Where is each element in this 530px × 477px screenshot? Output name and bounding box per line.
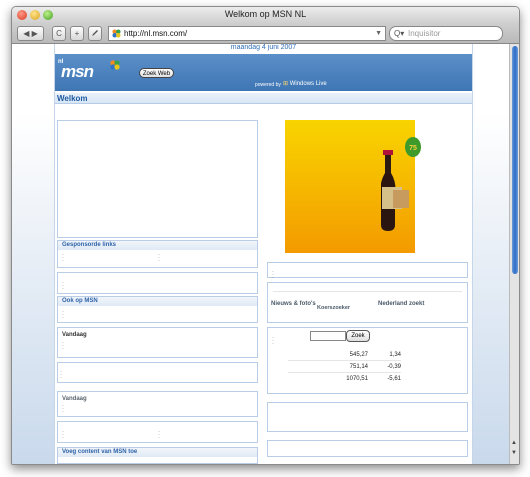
windows-live-label: ⊞ Windows Live: [283, 81, 327, 87]
link-separator: · · ·: [158, 252, 160, 264]
link-separator: · · ·: [60, 369, 62, 381]
add-content-link[interactable]: Voeg content van MSN toe: [58, 448, 257, 457]
divider: [288, 360, 401, 361]
back-forward-buttons[interactable]: ◀ ▶: [17, 26, 44, 41]
index-change: -5,61: [387, 376, 401, 382]
link-separator: · · ·: [62, 309, 64, 321]
divider: [288, 372, 401, 373]
address-bar[interactable]: http://nl.msn.com/ ▼: [108, 26, 386, 41]
browser-window: Welkom op MSN NL ◀ ▶ C + http://nl.msn.c…: [11, 6, 520, 465]
back-arrow-icon[interactable]: ◀: [23, 29, 29, 38]
url-text: http://nl.msn.com/: [124, 29, 188, 38]
small-box: · · · · · ·: [57, 421, 258, 443]
msn-page: maandag 4 juni 2007 nl msn Zoek Web powe…: [54, 44, 473, 464]
window-title: Welkom op MSN NL: [224, 9, 307, 19]
today-box-2: Vandaag · · ·: [57, 391, 258, 417]
powered-by-label: powered by: [255, 82, 281, 88]
empty-content-box: [57, 120, 258, 238]
title-bar: Welkom op MSN NL: [12, 7, 519, 23]
small-box: [267, 440, 468, 457]
koerszoeker-search-button[interactable]: Zoek: [346, 330, 370, 342]
index-value: 545,27: [349, 352, 368, 358]
small-box: · · ·: [267, 262, 468, 281]
edit-icon[interactable]: [88, 26, 102, 41]
link-separator: · · ·: [62, 252, 64, 264]
svg-text:75: 75: [409, 145, 417, 152]
empty-content-box: [267, 402, 468, 432]
link-separator: · · ·: [62, 403, 64, 415]
news-search-box: Nieuws & foto's Nederland zoekt: [267, 282, 468, 323]
koerszoeker-label: Koerszoeker: [317, 305, 351, 311]
msn-logo[interactable]: msn: [61, 62, 94, 82]
add-bookmark-button[interactable]: +: [70, 26, 84, 41]
url-dropdown-icon[interactable]: ▼: [375, 27, 382, 40]
browser-toolbar: ◀ ▶ C + http://nl.msn.com/ ▼ Q▾ Inquisit…: [12, 23, 519, 44]
divider: [273, 291, 462, 292]
add-content-box: Voeg content van MSN toe: [57, 447, 258, 464]
msn-favicon-icon: [112, 29, 121, 38]
msn-butterfly-icon: [110, 60, 120, 70]
news-photos-link[interactable]: Nieuws & foto's: [271, 301, 316, 307]
vertical-scrollbar[interactable]: ▲ ▼: [509, 44, 519, 464]
small-box: · · ·: [57, 272, 258, 294]
search-web-button[interactable]: Zoek Web: [139, 68, 174, 78]
forward-arrow-icon[interactable]: ▶: [32, 29, 38, 38]
netherlands-search-link[interactable]: Nederland zoekt: [378, 301, 424, 307]
link-separator: · · ·: [272, 335, 274, 347]
reload-button[interactable]: C: [52, 26, 66, 41]
small-box: · · ·: [57, 362, 258, 383]
web-content: maandag 4 juni 2007 nl msn Zoek Web powe…: [12, 44, 509, 464]
search-icon: Q▾: [394, 29, 405, 38]
today-box-1: Vandaag · · ·: [57, 327, 258, 358]
today-title-1: Vandaag: [62, 332, 87, 338]
also-on-msn-box: Ook op MSN · · ·: [57, 296, 258, 323]
sauce-bottle-ad-image: 75: [381, 137, 421, 231]
scrollbar-thumb[interactable]: [512, 46, 518, 274]
welcome-heading: Welkom: [55, 93, 472, 104]
sponsored-links-box: Gesponsorde links · · · · · ·: [57, 240, 258, 268]
koerszoeker-input[interactable]: [310, 331, 346, 341]
index-value: 751,14: [349, 364, 368, 370]
link-separator: · · ·: [62, 429, 64, 441]
today-title-2: Vandaag: [62, 396, 87, 402]
index-change: -0,39: [387, 364, 401, 370]
scroll-down-arrow-icon[interactable]: ▼: [511, 450, 517, 456]
index-value: 1070,51: [346, 376, 368, 382]
scroll-up-arrow-icon[interactable]: ▲: [511, 440, 517, 446]
msn-header-banner: nl msn Zoek Web powered by ⊞ Windows Liv…: [55, 54, 472, 91]
search-field[interactable]: Q▾ Inquisitor: [389, 26, 503, 41]
advertisement-banner[interactable]: 75: [285, 120, 421, 253]
date-text: maandag 4 juni 2007: [230, 44, 297, 51]
link-separator: · · ·: [62, 280, 64, 292]
also-on-msn-heading: Ook op MSN: [58, 297, 257, 306]
index-change: 1,34: [389, 352, 401, 358]
link-separator: · · ·: [158, 429, 160, 441]
windows-flag-icon: ⊞: [283, 81, 289, 87]
link-separator: · · ·: [272, 269, 274, 281]
sponsored-links-heading: Gesponsorde links: [58, 241, 257, 250]
link-separator: · · ·: [62, 340, 64, 352]
search-placeholder: Inquisitor: [408, 29, 441, 38]
